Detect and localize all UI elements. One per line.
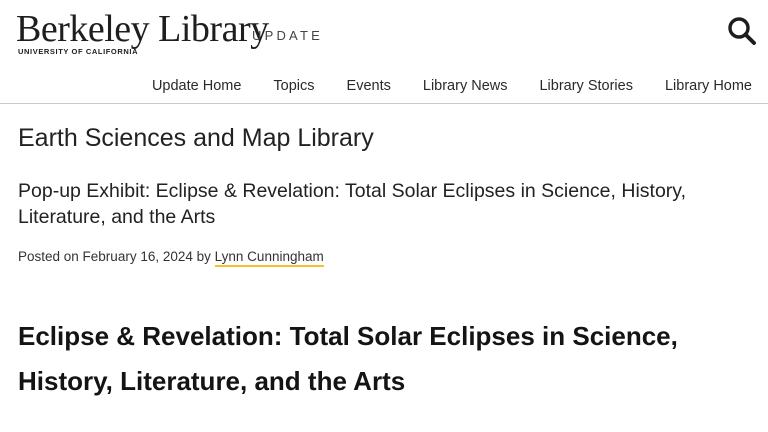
nav-library-stories[interactable]: Library Stories	[539, 78, 632, 94]
search-icon	[728, 17, 756, 45]
nav-events[interactable]: Events	[347, 78, 391, 94]
update-label: UPDATE	[252, 28, 323, 43]
post-meta: Posted on February 16, 2024 by Lynn Cunn…	[18, 249, 324, 267]
berkeley-library-logo[interactable]: Berkeley Library UNIVERSITY OF CALIFORNI…	[16, 10, 269, 56]
nav-update-home[interactable]: Update Home	[152, 78, 241, 94]
author-link[interactable]: Lynn Cunningham	[214, 249, 324, 267]
nav-topics[interactable]: Topics	[273, 78, 314, 94]
post-title: Pop-up Exhibit: Eclipse & Revelation: To…	[18, 180, 687, 228]
post-date: Posted on February 16, 2024 by	[18, 249, 211, 264]
article-heading: Eclipse & Revelation: Total Solar Eclips…	[18, 321, 678, 396]
nav-library-news[interactable]: Library News	[423, 78, 508, 94]
search-button[interactable]	[726, 15, 758, 47]
site-header: Berkeley Library UNIVERSITY OF CALIFORNI…	[0, 0, 768, 104]
logo-wordmark: Berkeley Library	[16, 8, 269, 50]
main-nav: Update Home Topics Events Library News L…	[152, 78, 752, 94]
nav-library-home[interactable]: Library Home	[665, 78, 752, 94]
section-title: Earth Sciences and Map Library	[18, 124, 374, 152]
